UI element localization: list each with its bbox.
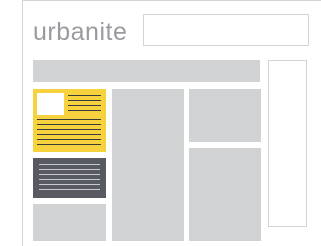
site-logo[interactable]: urbanite xyxy=(33,18,127,46)
featured-text-line xyxy=(37,124,101,126)
featured-text-line xyxy=(37,134,101,136)
dark-text-line xyxy=(39,189,100,191)
featured-text-line xyxy=(68,95,101,97)
content-column-placeholder[interactable] xyxy=(112,89,184,241)
featured-text-line xyxy=(68,110,101,112)
featured-text-line xyxy=(37,144,101,146)
sidebar-ad-placeholder xyxy=(268,60,307,227)
featured-text-line xyxy=(37,119,101,121)
featured-article-card[interactable] xyxy=(33,89,106,152)
featured-text-line xyxy=(68,105,101,107)
dark-content-card[interactable] xyxy=(33,158,106,198)
content-block-placeholder[interactable] xyxy=(189,89,261,142)
content-block-placeholder[interactable] xyxy=(33,204,106,241)
dark-text-line xyxy=(39,184,100,186)
dark-text-line xyxy=(39,174,100,176)
dark-text-line xyxy=(39,169,100,171)
dark-text-line xyxy=(39,164,100,166)
dark-text-line xyxy=(39,179,100,181)
featured-text-line xyxy=(37,139,101,141)
navigation-bar[interactable] xyxy=(33,60,260,82)
search-input[interactable] xyxy=(143,14,309,46)
featured-text-line xyxy=(68,100,101,102)
content-block-placeholder[interactable] xyxy=(189,148,261,241)
featured-thumbnail xyxy=(37,93,64,115)
featured-text-line xyxy=(37,129,101,131)
